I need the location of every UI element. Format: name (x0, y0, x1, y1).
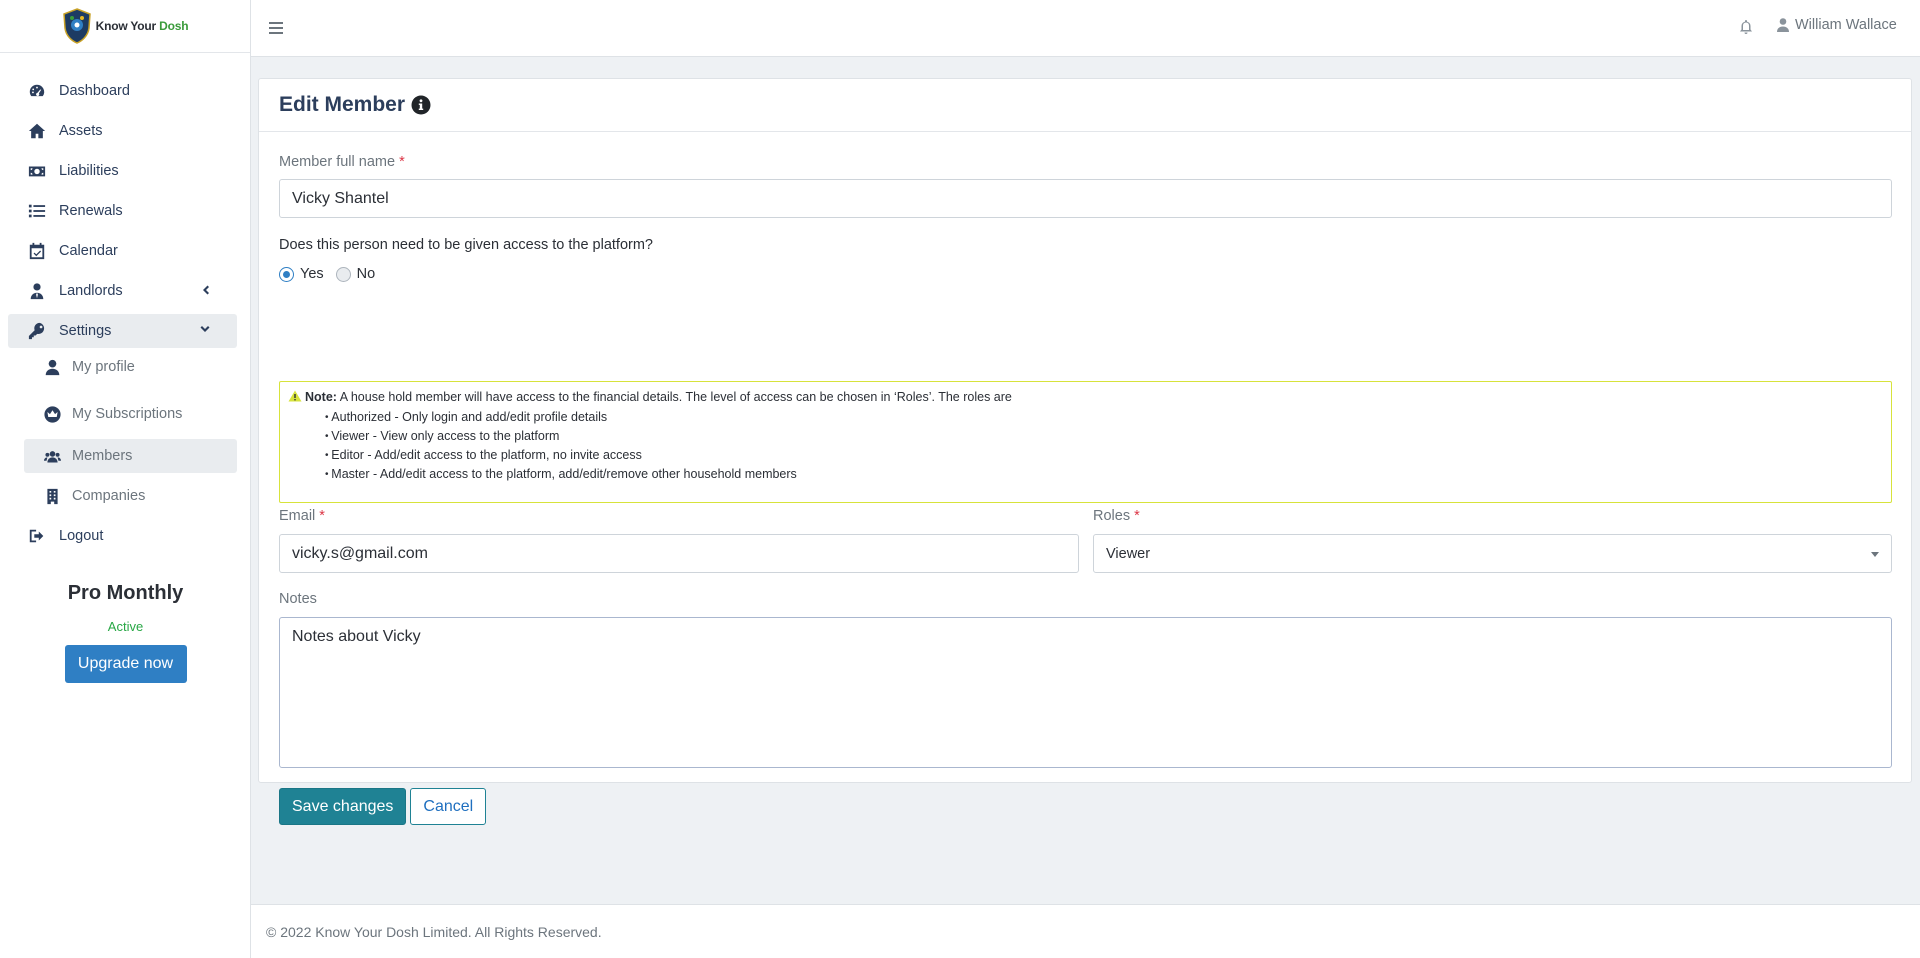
sidebar-item-label: Logout (59, 528, 104, 544)
sidebar-item-members[interactable]: Members (24, 439, 237, 473)
chevron-left-icon[interactable] (199, 284, 211, 296)
sidebar-item-label: Liabilities (59, 163, 119, 179)
copyright-text: © 2022 Know Your Dosh Limited. All Right… (266, 924, 602, 940)
user-menu[interactable]: William Wallace (1777, 17, 1897, 33)
card-header: Edit Member (259, 79, 1911, 132)
bell-icon[interactable] (1739, 19, 1753, 35)
list-item: Master - Add/edit access to the platform… (325, 465, 1883, 484)
roles-note: Note: A house hold member will have acce… (279, 381, 1892, 503)
user-icon (1777, 18, 1789, 32)
sidebar-item-label: My Subscriptions (72, 406, 183, 422)
sidebar-item-label: Members (72, 448, 133, 464)
upgrade-button[interactable]: Upgrade now (64, 645, 187, 683)
plan-panel: Pro Monthly Active Upgrade now (0, 582, 251, 683)
sidebar-item-label: Calendar (59, 243, 118, 259)
sidebar-item-companies[interactable]: Companies (24, 479, 237, 513)
sidebar-item-label: Assets (59, 123, 103, 139)
brand-name: Know Your Dosh (95, 19, 189, 33)
notes-label: Notes (279, 591, 317, 607)
sidebar-item-calendar[interactable]: Calendar (8, 234, 237, 268)
info-icon[interactable] (411, 95, 431, 115)
sidebar: Know Your Dosh Dashboard Assets Liabilit… (0, 0, 251, 958)
notes-textarea[interactable]: Notes about Vicky (279, 617, 1892, 768)
email-label: Email * (279, 508, 325, 524)
brand-logo-icon (62, 8, 91, 44)
sidebar-item-liabilities[interactable]: Liabilities (8, 154, 237, 188)
brand[interactable]: Know Your Dosh (0, 0, 250, 53)
footer: © 2022 Know Your Dosh Limited. All Right… (251, 904, 1920, 958)
form-actions: Save changes Cancel (279, 788, 487, 825)
access-question: Does this person need to be given access… (279, 237, 653, 253)
topbar: William Wallace (251, 0, 1920, 57)
crown-icon (42, 404, 62, 424)
plan-status: Active (107, 619, 144, 634)
access-yes-radio[interactable] (279, 266, 294, 282)
warning-icon (288, 390, 302, 402)
full-name-input[interactable] (279, 179, 1892, 218)
sidebar-item-dashboard[interactable]: Dashboard (8, 74, 237, 108)
save-button[interactable]: Save changes (279, 788, 407, 825)
sidebar-item-logout[interactable]: Logout (8, 519, 237, 553)
sidebar-item-my-profile[interactable]: My profile (24, 350, 237, 384)
money-icon (27, 161, 47, 181)
sidebar-item-label: Settings (59, 323, 112, 339)
chevron-down-icon[interactable] (199, 324, 211, 336)
full-name-label: Member full name * (279, 154, 405, 170)
user-icon (42, 357, 62, 377)
user-tie-icon (27, 281, 47, 301)
sidebar-item-label: My profile (72, 359, 135, 375)
roles-list: Authorized - Only login and add/edit pro… (325, 408, 1883, 484)
access-no-label: No (356, 266, 376, 282)
list-icon (27, 201, 47, 221)
page-title: Edit Member (279, 93, 406, 116)
plan-name: Pro Monthly (67, 582, 184, 604)
roles-selected-value: Viewer (1106, 545, 1151, 562)
sidebar-item-landlords[interactable]: Landlords (8, 274, 237, 308)
building-icon (42, 486, 62, 506)
sidebar-item-settings[interactable]: Settings (8, 314, 237, 348)
note-label: Note: (305, 390, 337, 404)
roles-select[interactable]: Viewer (1093, 534, 1892, 573)
sidebar-item-my-subscriptions[interactable]: My Subscriptions (24, 397, 237, 431)
access-yes-label: Yes (300, 266, 324, 282)
sidebar-item-label: Dashboard (59, 83, 130, 99)
email-field[interactable] (279, 534, 1079, 573)
sidebar-item-renewals[interactable]: Renewals (8, 194, 237, 228)
list-item: Editor - Add/edit access to the platform… (325, 446, 1883, 465)
edit-member-card: Edit Member Member full name * Does this… (258, 78, 1912, 825)
access-no-radio[interactable] (335, 266, 351, 282)
users-icon (42, 446, 62, 466)
sidebar-item-label: Companies (72, 488, 146, 504)
sidebar-nav: Dashboard Assets Liabilities Renewals Ca… (8, 74, 237, 559)
access-radio-group: Yes No (279, 266, 375, 282)
sidebar-item-label: Landlords (59, 283, 123, 299)
logout-icon (27, 526, 47, 546)
gauge-icon (27, 81, 47, 101)
sidebar-item-assets[interactable]: Assets (8, 114, 237, 148)
caret-down-icon (1871, 552, 1879, 557)
home-icon (27, 121, 47, 141)
list-item: Authorized - Only login and add/edit pro… (325, 408, 1883, 427)
key-icon (27, 321, 47, 341)
note-text: A house hold member will have access to … (336, 390, 1012, 404)
user-name: William Wallace (1795, 17, 1897, 33)
hamburger-menu-icon[interactable] (269, 22, 283, 34)
sidebar-item-label: Renewals (59, 203, 123, 219)
calendar-check-icon (27, 241, 47, 261)
cancel-button[interactable]: Cancel (410, 788, 487, 825)
roles-label: Roles * (1093, 508, 1140, 524)
list-item: Viewer - View only access to the platfor… (325, 427, 1883, 446)
